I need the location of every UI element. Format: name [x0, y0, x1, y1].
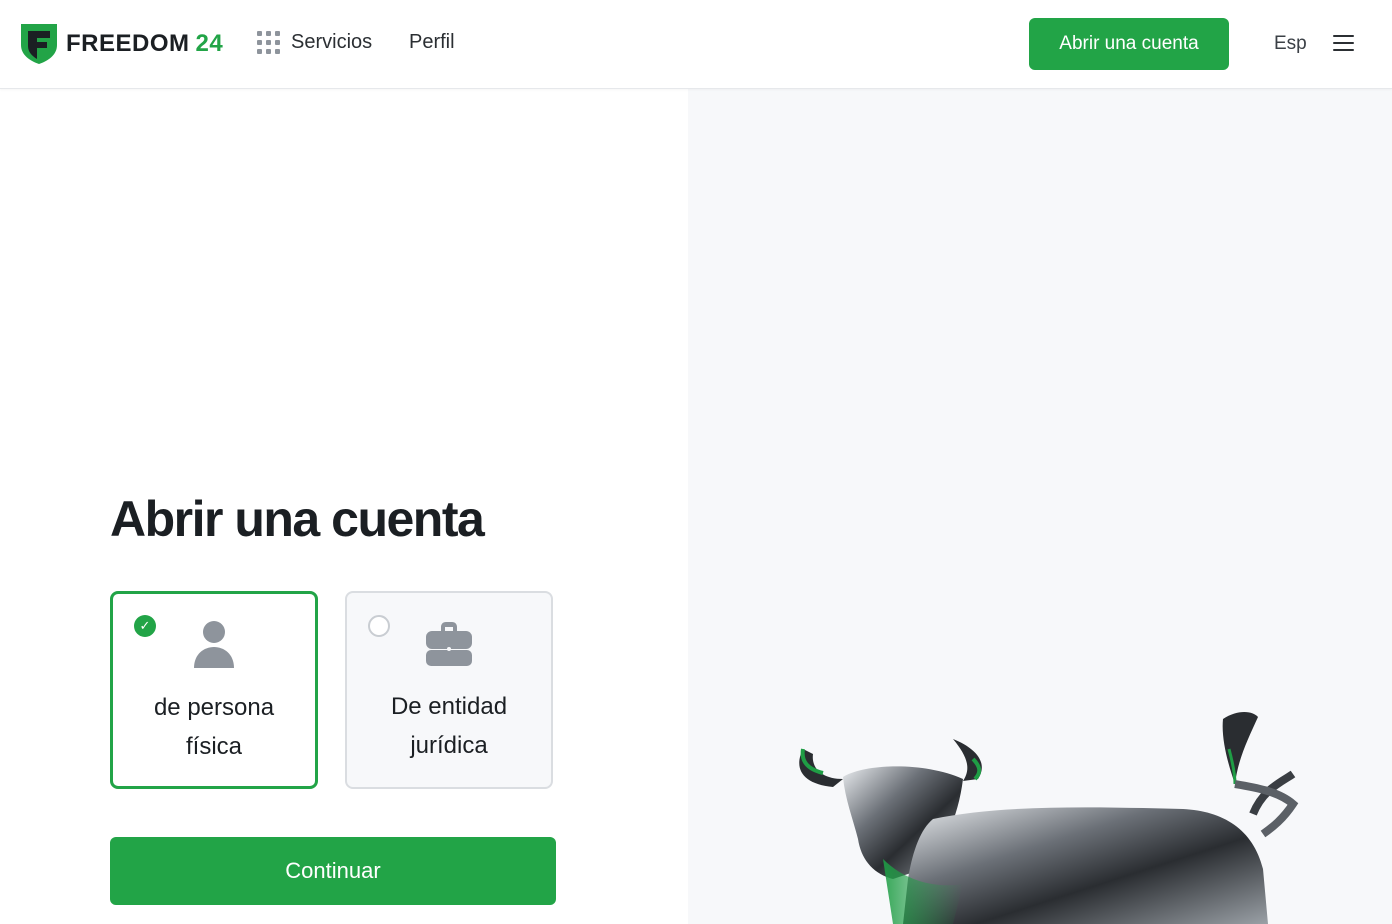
selected-check-icon: ✓ — [134, 615, 156, 637]
hamburger-menu-icon[interactable] — [1333, 35, 1354, 51]
logo-name: FREEDOM — [66, 30, 190, 57]
open-account-button[interactable]: Abrir una cuenta — [1029, 18, 1229, 70]
option-label-individual: de persona física — [153, 694, 275, 760]
option-card-individual[interactable]: ✓ de persona física — [110, 591, 318, 789]
page-title: Abrir una cuenta — [110, 491, 485, 547]
grid-icon — [257, 29, 281, 55]
top-navigation-bar: FREEDOM 24 Servicios Perfil Abrir una cue… — [0, 0, 1392, 89]
briefcase-icon — [426, 622, 472, 666]
services-menu[interactable]: Servicios — [257, 29, 372, 55]
shield-logo-icon — [21, 24, 57, 64]
language-selector[interactable]: Esp — [1274, 33, 1307, 55]
hero-image-panel — [688, 89, 1392, 924]
profile-link[interactable]: Perfil — [409, 31, 455, 54]
services-label: Servicios — [291, 30, 373, 53]
logo-number: 24 — [195, 30, 224, 57]
person-icon — [194, 621, 234, 668]
logo-wordmark: FREEDOM 24 — [66, 30, 223, 58]
option-card-legal-entity[interactable]: De entidad jurídica — [345, 591, 553, 789]
continue-button[interactable]: Continuar — [110, 837, 556, 905]
freedom24-logo[interactable]: FREEDOM 24 — [20, 23, 223, 65]
option-label-legal-entity: De entidad jurídica — [390, 693, 508, 759]
radio-unselected-icon — [368, 615, 390, 637]
bull-sculpture-image — [799, 712, 1299, 924]
